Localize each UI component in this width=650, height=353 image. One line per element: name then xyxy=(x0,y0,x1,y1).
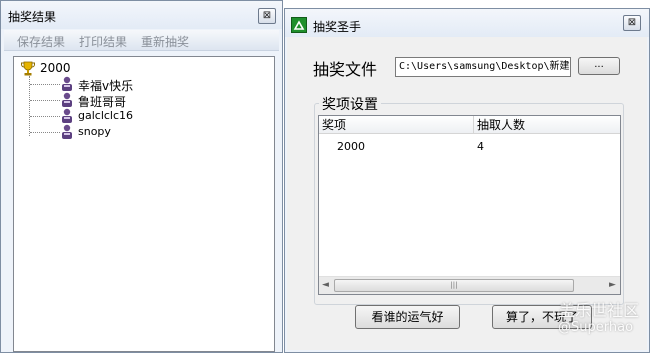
watermark-user: @Superhao xyxy=(558,320,634,335)
horizontal-scrollbar[interactable]: ◄ ||| ► xyxy=(319,276,620,294)
scroll-left-icon[interactable]: ◄ xyxy=(322,280,329,290)
results-window-title: 抽奖结果 xyxy=(8,10,57,24)
file-label: 抽奖文件 xyxy=(313,60,378,79)
user-icon xyxy=(60,108,74,124)
trophy-icon xyxy=(20,61,36,77)
user-icon xyxy=(60,76,74,92)
scroll-thumb[interactable]: ||| xyxy=(334,279,574,292)
prize-list-header: 奖项 抽取人数 xyxy=(319,116,620,134)
watermark-site: 盖乐世社区 xyxy=(559,301,640,320)
menu-print-results[interactable]: 打印结果 xyxy=(79,33,127,50)
cell-count[interactable]: 4 xyxy=(477,140,484,153)
tree-child-node[interactable]: galclclc16 xyxy=(78,109,133,122)
main-titlebar[interactable]: 抽奖圣手 ⊠ xyxy=(285,9,649,37)
browse-button[interactable]: ... xyxy=(578,57,620,75)
tree-root-node[interactable]: 2000 xyxy=(40,61,71,75)
app-icon xyxy=(291,17,307,33)
menu-redraw[interactable]: 重新抽奖 xyxy=(141,33,189,50)
tree-connector xyxy=(29,76,30,136)
tree-child-node[interactable]: 鲁班哥哥 xyxy=(78,93,126,110)
tree-connector xyxy=(30,100,60,101)
cell-prize[interactable]: 2000 xyxy=(337,140,365,153)
results-menubar: 保存结果 打印结果 重新抽奖 xyxy=(4,30,279,51)
prize-settings-title: 奖项设置 xyxy=(319,94,381,114)
column-header-prize[interactable]: 奖项 xyxy=(319,116,474,134)
tree-child-node[interactable]: 幸福v快乐 xyxy=(78,77,133,94)
results-close-button[interactable]: ⊠ xyxy=(258,8,276,24)
results-titlebar[interactable]: 抽奖结果 ⊠ xyxy=(1,1,282,29)
prize-list[interactable]: 奖项 抽取人数 2000 4 ◄ ||| ► xyxy=(318,115,621,295)
main-close-button[interactable]: ⊠ xyxy=(623,15,641,31)
results-window: 抽奖结果 ⊠ 保存结果 打印结果 重新抽奖 2000 幸福v快乐 鲁班哥哥 ga… xyxy=(0,0,283,353)
draw-lucky-button[interactable]: 看谁的运气好 xyxy=(355,305,460,329)
column-header-count[interactable]: 抽取人数 xyxy=(474,116,620,134)
tree-connector xyxy=(30,84,60,85)
menu-save-results[interactable]: 保存结果 xyxy=(17,33,65,50)
user-icon xyxy=(60,124,74,140)
tree-connector xyxy=(30,132,60,133)
tree-child-node[interactable]: snopy xyxy=(78,125,111,138)
user-icon xyxy=(60,92,74,108)
scroll-right-icon[interactable]: ► xyxy=(609,280,616,290)
file-path-input[interactable]: C:\Users\samsung\Desktop\新建 xyxy=(395,57,571,77)
results-tree[interactable]: 2000 幸福v快乐 鲁班哥哥 galclclc16 snopy xyxy=(13,56,275,352)
tree-connector xyxy=(30,116,60,117)
main-window-title: 抽奖圣手 xyxy=(313,20,362,34)
